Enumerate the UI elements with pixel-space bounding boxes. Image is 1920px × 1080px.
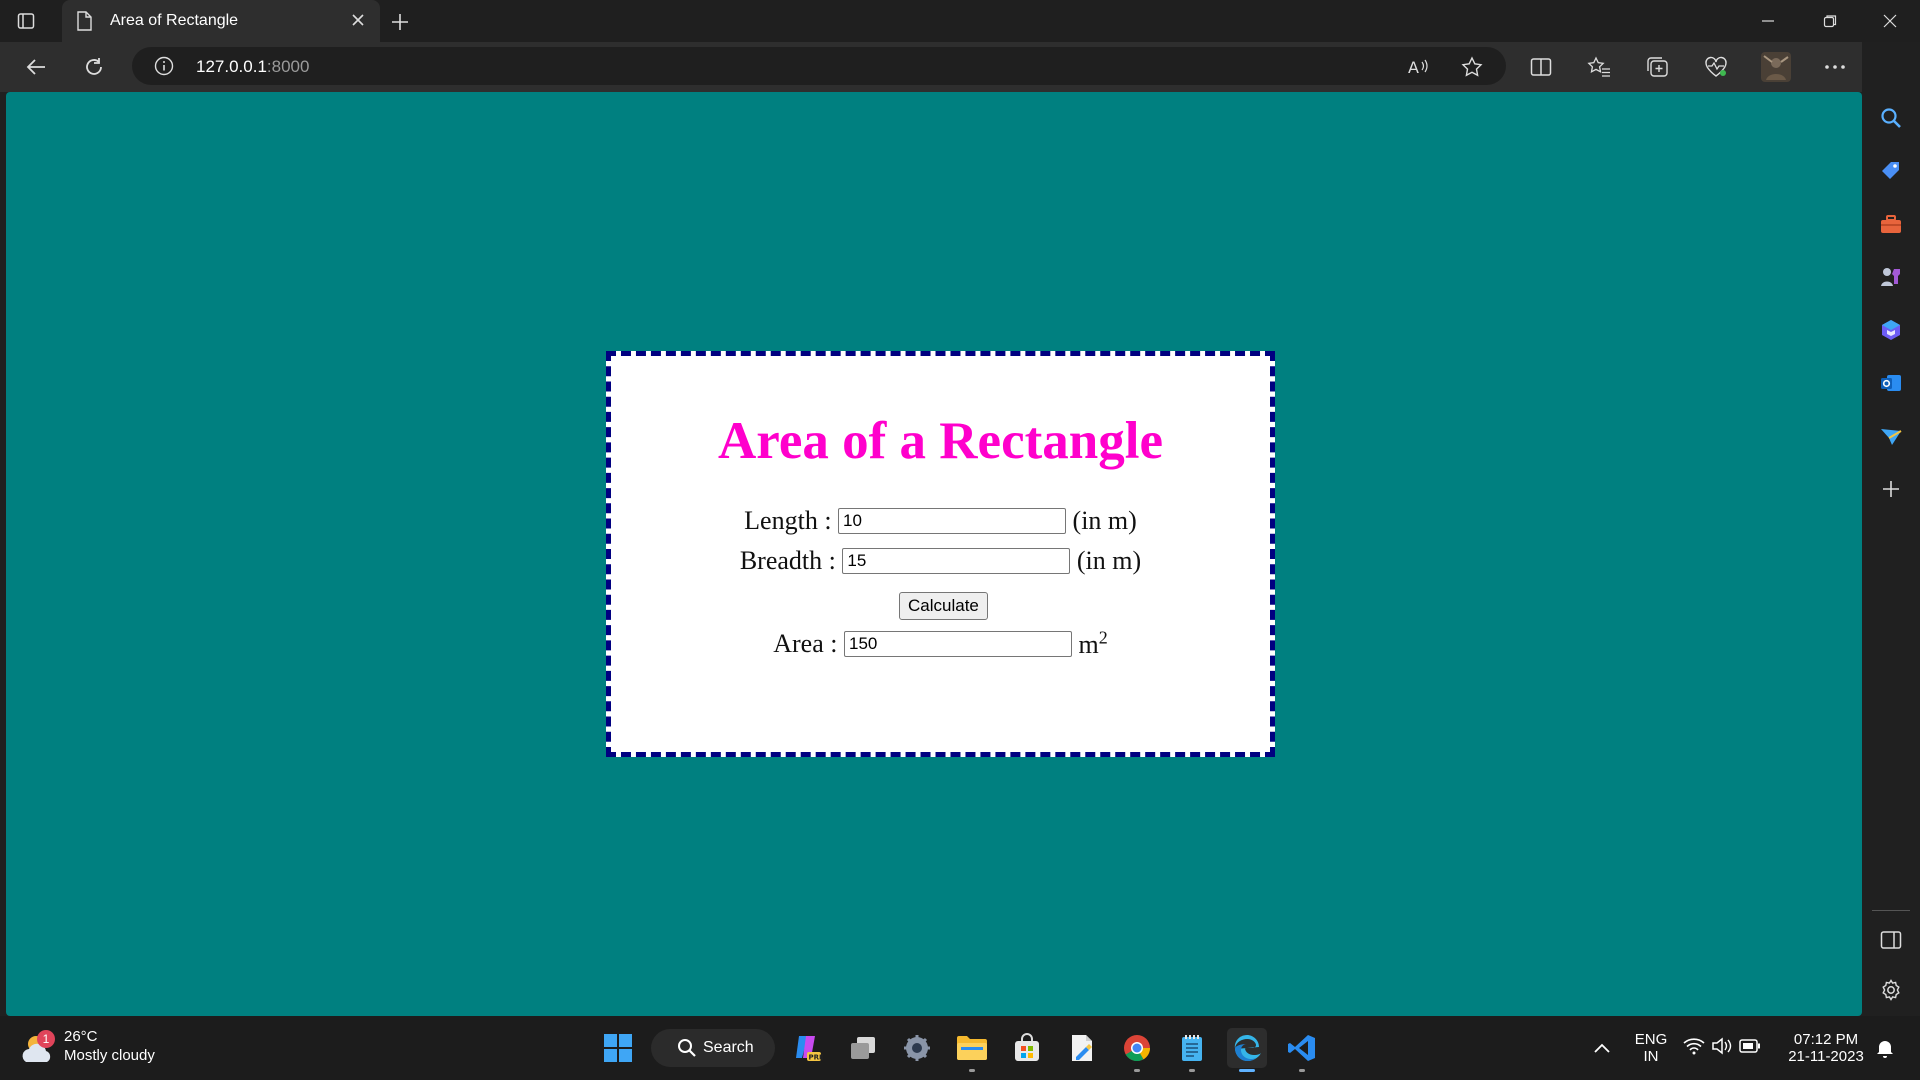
breadth-input[interactable]	[842, 548, 1071, 575]
wifi-icon	[1683, 1037, 1705, 1060]
browser-tab[interactable]: Area of Rectangle	[62, 0, 380, 42]
collections-icon[interactable]	[1643, 52, 1673, 82]
length-input[interactable]	[838, 508, 1067, 535]
weather-alert-badge: 1	[37, 1030, 55, 1048]
breadth-unit: (in m)	[1076, 546, 1142, 576]
breadth-row: Breadth : (in m)	[611, 544, 1270, 576]
page-icon	[76, 11, 92, 36]
page-title: Area of a Rectangle	[718, 412, 1163, 470]
length-row: Length : (in m)	[611, 504, 1270, 536]
breadth-label: Breadth :	[739, 546, 836, 576]
browser-essentials-icon[interactable]	[1701, 52, 1731, 82]
close-tab-icon[interactable]	[348, 10, 368, 35]
url-text: 127.0.0.1:8000	[196, 57, 309, 77]
taskbar: 1 26°C Mostly cloudy Search PRE ENG IN 0…	[0, 1016, 1920, 1080]
file-explorer-icon[interactable]	[952, 1028, 992, 1072]
tools-icon[interactable]	[1877, 210, 1905, 238]
games-icon[interactable]	[1877, 263, 1905, 291]
favorite-star-icon[interactable]	[1458, 53, 1486, 81]
weather-temperature: 26°C	[64, 1028, 98, 1045]
battery-icon	[1739, 1038, 1761, 1058]
tab-actions-icon[interactable]	[14, 9, 38, 33]
taskbar-search[interactable]: Search	[651, 1029, 775, 1067]
search-icon[interactable]	[1877, 104, 1905, 132]
running-indicator	[1299, 1069, 1305, 1072]
add-sidebar-app-icon[interactable]	[1877, 475, 1905, 503]
weather-condition: Mostly cloudy	[64, 1047, 155, 1064]
show-hidden-icons-chevron[interactable]	[1582, 1028, 1622, 1068]
area-unit-base: m	[1078, 630, 1099, 660]
running-indicator	[1239, 1069, 1255, 1072]
close-window-button[interactable]	[1866, 6, 1914, 36]
site-info-icon[interactable]	[154, 56, 174, 81]
title-bar: Area of Rectangle	[0, 0, 1920, 42]
url-host: 127.0.0.1	[196, 57, 267, 76]
language-region: IN	[1643, 1048, 1659, 1065]
svg-text:PRE: PRE	[809, 1054, 824, 1062]
outlook-icon[interactable]	[1877, 369, 1905, 397]
area-label: Area :	[773, 629, 838, 659]
split-screen-icon[interactable]	[1526, 52, 1556, 82]
more-options-icon[interactable]	[1820, 52, 1850, 82]
back-button[interactable]	[20, 51, 52, 83]
microsoft-365-icon[interactable]	[1877, 316, 1905, 344]
edge-sidebar	[1862, 42, 1920, 1016]
address-bar[interactable]: 127.0.0.1:8000 A	[132, 47, 1506, 85]
language-code: ENG	[1634, 1031, 1668, 1048]
send-icon[interactable]	[1877, 422, 1905, 450]
tab-title: Area of Rectangle	[110, 12, 239, 29]
running-indicator	[969, 1069, 975, 1072]
clock-date: 21-11-2023	[1788, 1048, 1864, 1065]
refresh-button[interactable]	[78, 51, 110, 83]
sidebar-settings-icon[interactable]	[1877, 976, 1905, 1004]
area-unit: m2	[1078, 627, 1108, 660]
notification-bell-icon[interactable]	[1870, 1028, 1900, 1068]
quick-settings-tray[interactable]	[1676, 1028, 1768, 1068]
favorites-icon[interactable]	[1584, 52, 1614, 82]
input-language-indicator[interactable]: ENG IN	[1628, 1031, 1674, 1065]
restore-button[interactable]	[1806, 6, 1854, 36]
svg-text:A: A	[1408, 58, 1419, 77]
edge-browser-icon[interactable]	[1227, 1028, 1267, 1072]
settings-app-icon[interactable]	[897, 1028, 937, 1068]
copilot-preview-icon[interactable]: PRE	[788, 1028, 828, 1068]
microsoft-store-icon[interactable]	[1007, 1028, 1047, 1068]
calculate-button[interactable]: Calculate	[899, 592, 988, 620]
length-label: Length :	[744, 506, 832, 536]
volume-icon	[1711, 1036, 1733, 1060]
shopping-tag-icon[interactable]	[1877, 157, 1905, 185]
minimize-button[interactable]	[1744, 6, 1792, 36]
task-view-icon[interactable]	[843, 1028, 883, 1068]
clock-time: 07:12 PM	[1793, 1031, 1859, 1048]
page-viewport: Area of a Rectangle Length : (in m) Brea…	[6, 92, 1862, 1016]
url-port: :8000	[266, 57, 310, 76]
navigation-bar: 127.0.0.1:8000 A	[0, 42, 1920, 92]
search-icon	[677, 1038, 697, 1063]
running-indicator	[1189, 1069, 1195, 1072]
running-indicator	[1134, 1069, 1140, 1072]
hide-sidebar-icon[interactable]	[1877, 926, 1905, 954]
vscode-icon[interactable]	[1282, 1028, 1322, 1072]
area-output[interactable]	[844, 631, 1072, 658]
calculator-card: Area of a Rectangle Length : (in m) Brea…	[606, 351, 1275, 757]
notepad-icon[interactable]	[1172, 1028, 1212, 1072]
area-unit-exponent: 2	[1098, 627, 1108, 648]
length-unit: (in m)	[1072, 506, 1137, 536]
new-tab-button[interactable]	[386, 8, 414, 36]
document-editor-icon[interactable]	[1062, 1028, 1102, 1068]
read-aloud-icon[interactable]: A	[1404, 53, 1432, 81]
chrome-icon[interactable]	[1117, 1028, 1157, 1072]
start-button[interactable]	[598, 1028, 638, 1068]
sidebar-divider	[1872, 910, 1910, 911]
search-label: Search	[703, 1039, 754, 1056]
area-row: Area : m2	[611, 627, 1270, 660]
clock[interactable]: 07:12 PM 21-11-2023	[1782, 1031, 1870, 1065]
profile-avatar-icon[interactable]	[1761, 52, 1791, 82]
